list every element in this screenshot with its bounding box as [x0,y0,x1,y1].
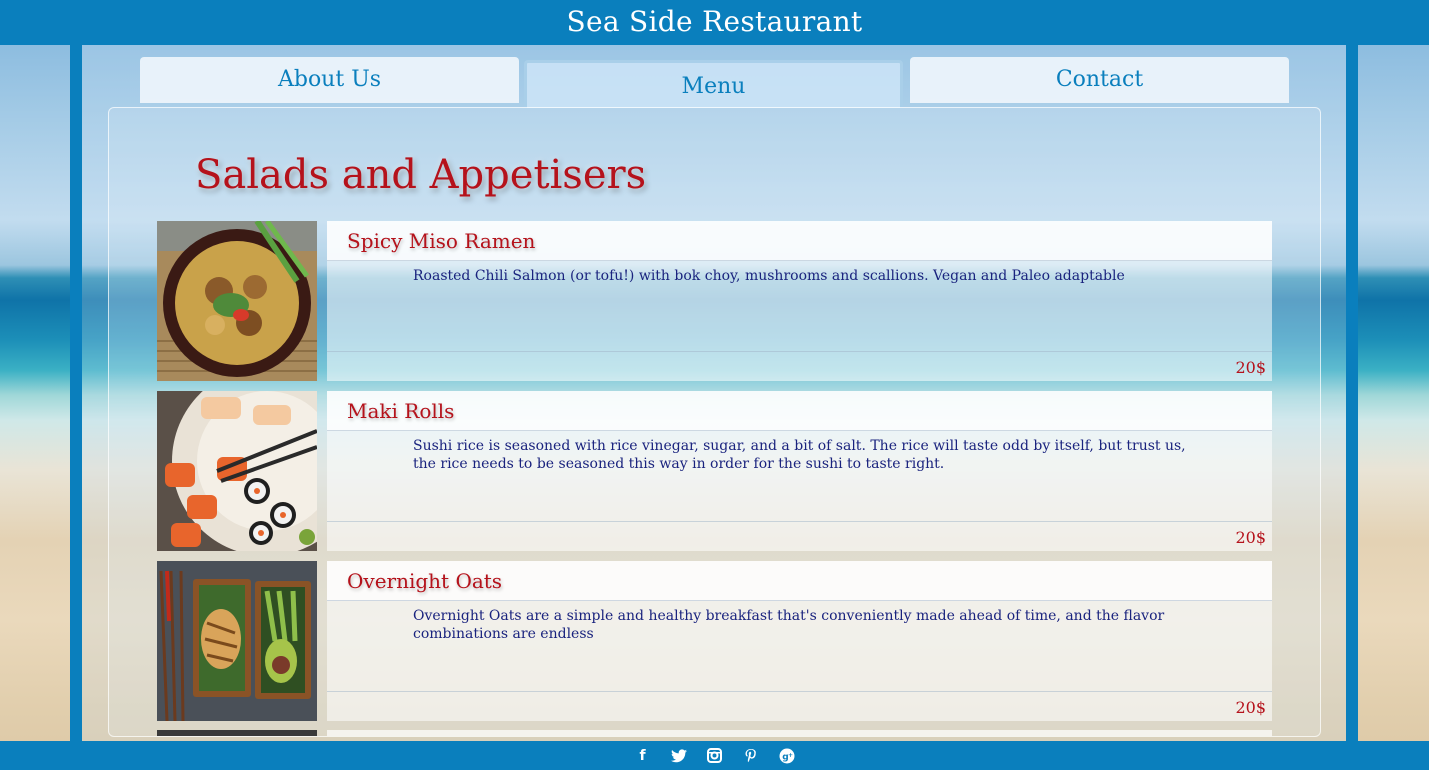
twitter-icon[interactable] [668,745,690,767]
menu-item-description: Sushi rice is seasoned with rice vinegar… [413,438,1186,472]
facebook-icon[interactable]: f [632,745,654,767]
instagram-icon[interactable] [704,745,726,767]
menu-item-price: 20$ [1235,698,1266,717]
menu-item-card: Overnight Oats Overnight Oats are a simp… [327,561,1272,721]
tab-label: Contact [1055,67,1144,92]
menu-item-footer: 20$ [327,691,1272,721]
menu-item-footer: 20$ [327,351,1272,381]
social-bar: f g + [0,741,1429,770]
tab-menu[interactable]: Menu [524,60,903,108]
site-header: Sea Side Restaurant [0,0,1429,45]
menu-item-name: Overnight Oats [327,561,1272,601]
tab-contact[interactable]: Contact [910,57,1289,103]
menu-item-name: Maki Rolls [327,391,1272,431]
svg-text:+: + [788,752,793,759]
ramen-bowl-photo [157,221,317,381]
site-title: Sea Side Restaurant [566,5,863,38]
menu-item-card: Spicy Miso Ramen Roasted Chili Salmon (o… [327,221,1272,381]
menu-item-footer: 20$ [327,521,1272,551]
sushi-plate-photo [157,391,317,551]
menu-item-price: 20$ [1235,528,1266,547]
tab-label: About Us [277,67,382,92]
left-border [70,45,82,741]
tab-about-us[interactable]: About Us [140,57,519,103]
menu-item-price: 20$ [1235,358,1266,377]
menu-panel: Salads and Appetisers Spicy Miso Ramen R… [108,107,1321,737]
right-border [1346,45,1358,741]
menu-item-card: Maki Rolls Sushi rice is seasoned with r… [327,391,1272,551]
next-menu-item-peek [157,730,1272,736]
tab-label: Menu [681,74,746,99]
menu-item-description: Roasted Chili Salmon (or tofu!) with bok… [413,268,1125,284]
menu-item[interactable]: Spicy Miso Ramen Roasted Chili Salmon (o… [157,221,1272,381]
menu-item-name: Spicy Miso Ramen [327,221,1272,261]
section-title: Salads and Appetisers [195,152,647,198]
menu-item[interactable]: Maki Rolls Sushi rice is seasoned with r… [157,391,1272,551]
menu-item[interactable]: Overnight Oats Overnight Oats are a simp… [157,561,1272,721]
google-plus-icon[interactable]: g + [776,745,798,767]
menu-item-description: Overnight Oats are a simple and healthy … [413,608,1165,642]
pinterest-icon[interactable] [740,745,762,767]
bento-box-photo [157,561,317,721]
